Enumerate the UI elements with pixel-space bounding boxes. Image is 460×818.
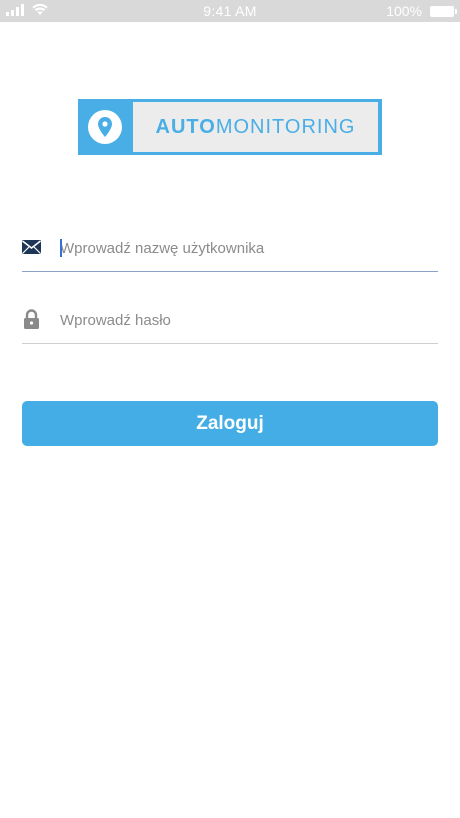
logo-text: AUTO MONITORING bbox=[133, 102, 378, 152]
text-caret bbox=[60, 239, 62, 257]
location-pin-icon bbox=[98, 117, 112, 137]
password-field bbox=[22, 297, 438, 344]
logo-pin-area bbox=[78, 99, 132, 155]
status-right: 100% bbox=[386, 3, 457, 19]
logo-text-bold: AUTO bbox=[155, 115, 216, 138]
envelope-icon bbox=[22, 240, 41, 254]
lock-icon bbox=[24, 309, 39, 329]
status-bar: 9:41 AM 100% bbox=[0, 0, 460, 22]
app-logo: AUTO MONITORING bbox=[78, 99, 382, 155]
username-field bbox=[22, 225, 438, 272]
battery-icon bbox=[430, 5, 457, 17]
password-input[interactable] bbox=[60, 303, 430, 337]
logo-pin-circle bbox=[88, 110, 122, 144]
username-input[interactable] bbox=[60, 231, 430, 265]
logo-text-regular: MONITORING bbox=[215, 115, 356, 138]
battery-percentage: 100% bbox=[386, 3, 422, 19]
login-button[interactable]: Zaloguj bbox=[22, 401, 438, 446]
